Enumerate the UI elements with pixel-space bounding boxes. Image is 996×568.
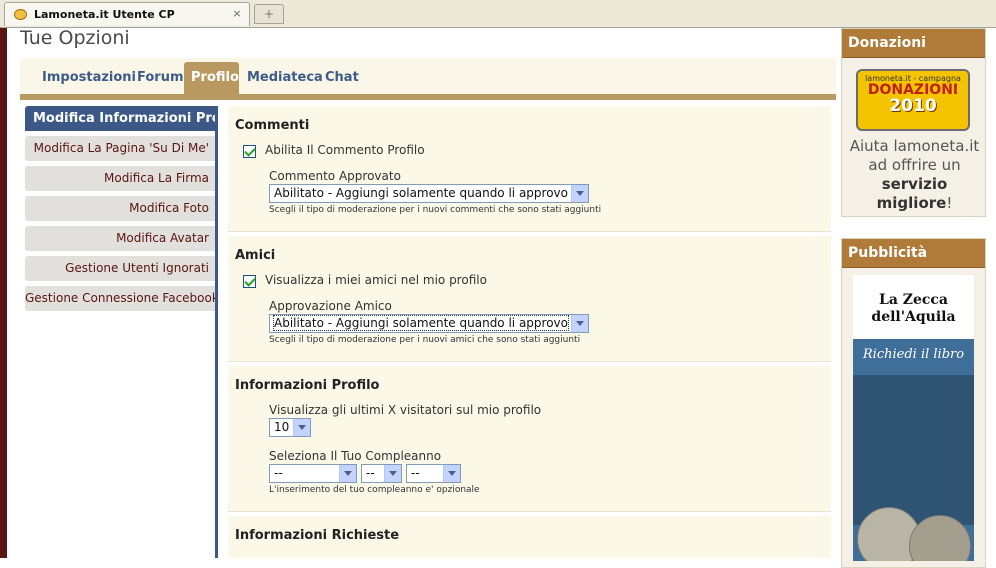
comments-section: Commenti Abilita Il Commento Profilo Com… — [228, 106, 831, 232]
chevron-down-icon — [293, 419, 310, 436]
section-title-profile-info: Informazioni Profilo — [235, 378, 380, 393]
site-favicon-icon — [14, 9, 27, 20]
ads-panel-title: Pubblicità — [842, 239, 985, 268]
tab-profilo[interactable]: Profilo — [184, 62, 239, 94]
left-edge-bar — [0, 28, 7, 558]
page-title: Tue Opzioni — [20, 27, 130, 49]
tab-impostazioni[interactable]: Impostazioni — [35, 62, 143, 94]
required-info-section: Informazioni Richieste — [228, 516, 831, 558]
sidebar-item-edit-signature[interactable]: Modifica La Firma — [25, 166, 215, 191]
show-friends-label: Visualizza i miei amici nel mio profilo — [265, 273, 487, 287]
comment-approval-hint: Scegli il tipo di moderazione per i nuov… — [269, 205, 602, 215]
friend-approval-label: Approvazione Amico — [269, 299, 392, 313]
visitors-label: Visualizza gli ultimi X visitatori sul m… — [269, 403, 542, 417]
sidebar-item-edit-avatar[interactable]: Modifica Avatar — [25, 226, 215, 251]
sidebar-item-edit-about-me[interactable]: Modifica La Pagina 'Su Di Me' — [25, 136, 215, 161]
chevron-down-icon — [571, 315, 588, 332]
sidebar-divider — [215, 106, 218, 558]
new-tab-button[interactable]: + — [254, 4, 284, 24]
section-title-comments: Commenti — [235, 118, 310, 133]
show-friends-checkbox[interactable] — [243, 275, 256, 288]
enable-comments-checkbox[interactable] — [243, 145, 256, 158]
birthday-month-select[interactable]: -- — [269, 464, 357, 483]
book-ad-banner[interactable]: La Zecca dell'Aquila Richiedi il libro — [853, 275, 974, 561]
friends-section: Amici Visualizza i miei amici nel mio pr… — [228, 236, 831, 362]
comment-approval-label: Commento Approvato — [269, 169, 401, 183]
chevron-down-icon — [571, 185, 588, 202]
options-sidebar: Modifica Informazioni Profilo Modifica L… — [25, 106, 244, 316]
sidebar-item-facebook-connect[interactable]: Gestione Connessione Facebook — [25, 286, 219, 311]
tab-chat[interactable]: Chat — [318, 62, 366, 94]
birthday-hint: L'inserimento del tuo compleanno e' opzi… — [269, 485, 480, 495]
ads-panel: Pubblicità La Zecca dell'Aquila Richiedi… — [841, 238, 986, 568]
browser-tab-title: Lamoneta.it Utente CP — [34, 8, 175, 21]
nav-divider — [20, 94, 836, 100]
tab-mediateca[interactable]: Mediateca — [240, 62, 330, 94]
browser-tab[interactable]: Lamoneta.it Utente CP × — [4, 2, 250, 26]
birthday-year-select[interactable]: -- — [406, 464, 461, 483]
donations-banner[interactable]: lamoneta.it - campagna DONAZIONI 2010 — [856, 69, 970, 131]
ad-cta-text: Richiedi il libro — [862, 347, 965, 362]
profile-info-section: Informazioni Profilo Visualizza gli ulti… — [228, 366, 831, 512]
friend-approval-hint: Scegli il tipo di moderazione per i nuov… — [269, 335, 581, 345]
chevron-down-icon — [384, 465, 401, 482]
donations-message: Aiuta lamoneta.it ad offrire un servizio… — [849, 137, 980, 212]
chevron-down-icon — [339, 465, 356, 482]
donations-panel: Donazioni lamoneta.it - campagna DONAZIO… — [841, 28, 986, 217]
sidebar-item-edit-profile-info[interactable]: Modifica Informazioni Profilo — [25, 106, 244, 131]
visitors-count-select[interactable]: 10 — [269, 418, 311, 437]
chevron-down-icon — [443, 465, 460, 482]
sidebar-item-edit-photo[interactable]: Modifica Foto — [25, 196, 215, 221]
comment-approval-select[interactable]: Abilitato - Aggiungi solamente quando li… — [269, 184, 589, 203]
tab-forum[interactable]: Forum — [130, 62, 191, 94]
ad-illustration — [853, 375, 974, 525]
donations-panel-title: Donazioni — [842, 29, 985, 58]
browser-tab-strip: Lamoneta.it Utente CP × + — [0, 0, 996, 28]
section-title-friends: Amici — [235, 248, 276, 263]
sidebar-item-ignored-users[interactable]: Gestione Utenti Ignorati — [25, 256, 215, 281]
enable-comments-label: Abilita Il Commento Profilo — [265, 143, 425, 157]
friend-approval-select[interactable]: Abilitato - Aggiungi solamente quando li… — [269, 314, 589, 333]
birthday-day-select[interactable]: -- — [361, 464, 402, 483]
close-tab-icon[interactable]: × — [231, 8, 243, 20]
birthday-label: Seleziona Il Tuo Compleanno — [269, 449, 442, 463]
section-title-required-info: Informazioni Richieste — [235, 528, 400, 543]
